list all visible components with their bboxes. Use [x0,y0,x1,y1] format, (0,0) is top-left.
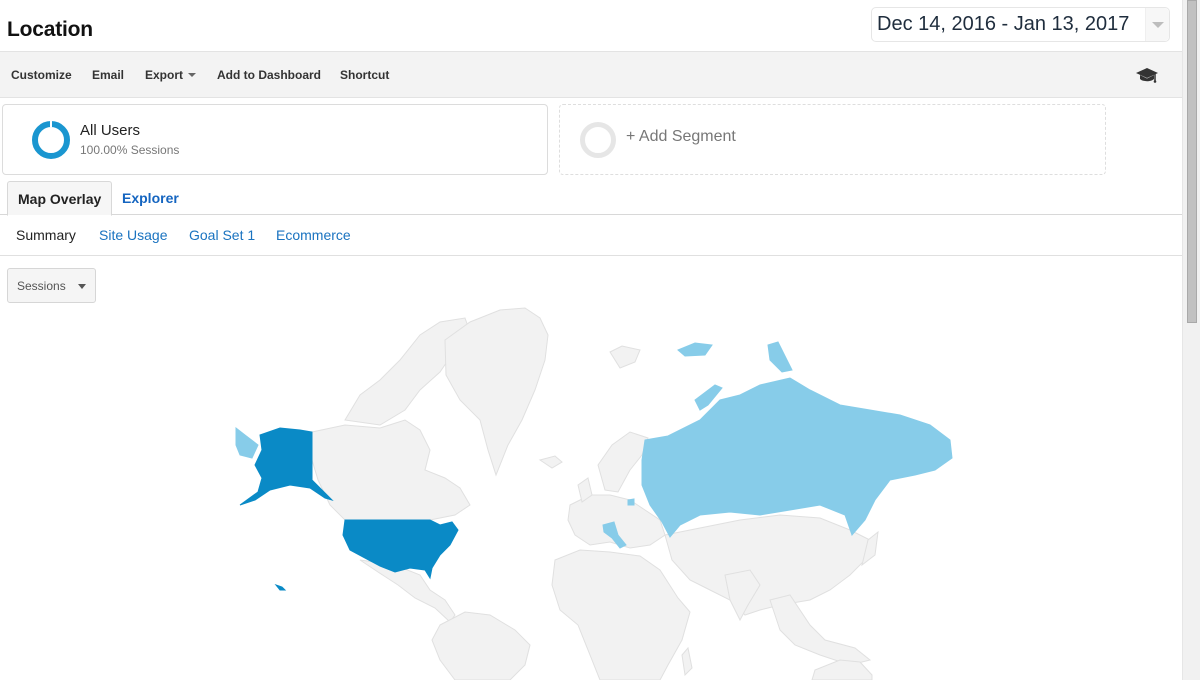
chevron-down-icon[interactable] [1145,8,1169,41]
segment-detail: 100.00% Sessions [80,143,180,157]
email-label: Email [92,68,125,82]
map-country-canada[interactable] [311,419,471,521]
map-country-russia[interactable] [641,377,953,538]
report-toolbar: Customize Email Export Add to Dashboard … [0,51,1182,98]
page: Location Dec 14, 2016 - Jan 13, 2017 Cus… [0,0,1182,680]
shortcut-label: Shortcut [340,68,390,82]
segment-name: All Users [80,122,141,139]
email-button[interactable]: Email [92,68,124,82]
tab-explorer[interactable]: Explorer [112,181,189,215]
subtab-ecommerce[interactable]: Ecommerce [276,227,351,243]
map-country-united-states[interactable] [342,519,459,580]
segment-donut-icon [32,121,70,159]
subtab-site-usage[interactable]: Site Usage [99,227,167,243]
date-range-picker[interactable]: Dec 14, 2016 - Jan 13, 2017 [871,7,1170,42]
report-tabs: Map Overlay Explorer [0,181,1182,216]
map-country-hawaii[interactable] [274,583,287,591]
tab-map-overlay[interactable]: Map Overlay [7,181,112,216]
map-country-iceland[interactable] [538,455,563,469]
caret-down-icon [188,73,197,77]
metric-select-value: Sessions [17,279,66,293]
subtab-goal-set-1[interactable]: Goal Set 1 [189,227,255,243]
graduation-cap-icon[interactable] [1135,66,1159,84]
add-to-dashboard-label: Add to Dashboard [217,68,321,82]
empty-segment-icon [580,122,616,158]
map-country-russia-kaliningrad[interactable] [627,498,635,506]
map-region-asia[interactable] [664,514,871,616]
map-region-chukotka-west[interactable] [235,426,259,459]
map-country-greenland[interactable] [444,307,549,477]
map-region-scandinavia[interactable] [597,431,649,493]
page-title: Location [7,18,93,41]
caret-down-icon [78,284,86,289]
map-country-mexico[interactable] [359,559,456,623]
customize-label: Customize [11,68,72,82]
map-country-australia[interactable] [811,659,873,680]
metric-group-tabs: Summary Site Usage Goal Set 1 Ecommerce [0,215,1182,256]
customize-button[interactable]: Customize [11,68,72,82]
add-to-dashboard-button[interactable]: Add to Dashboard [217,68,321,82]
map-region-south-america[interactable] [431,611,531,680]
export-label: Export [145,68,184,82]
map-country-svalbard[interactable] [609,345,641,369]
segment-all-users[interactable]: All Users 100.00% Sessions [2,104,548,175]
map-country-russia-severnaya-zemlya[interactable] [767,341,793,373]
add-segment-button[interactable]: + Add Segment [559,104,1106,175]
geo-map[interactable] [0,300,1182,680]
vertical-scrollbar[interactable] [1182,0,1200,680]
map-region-africa[interactable] [551,549,691,680]
add-segment-label: + Add Segment [626,128,736,145]
date-range-text: Dec 14, 2016 - Jan 13, 2017 [877,13,1130,35]
map-country-madagascar[interactable] [681,646,693,677]
map-region-southeast-asia[interactable] [769,594,872,666]
map-country-russia-franz-josef-land[interactable] [677,342,713,357]
export-button[interactable]: Export [145,68,197,82]
shortcut-button[interactable]: Shortcut [340,68,389,82]
scrollbar-thumb[interactable] [1187,0,1197,323]
metric-select[interactable]: Sessions [7,268,96,303]
subtab-summary[interactable]: Summary [16,227,76,243]
